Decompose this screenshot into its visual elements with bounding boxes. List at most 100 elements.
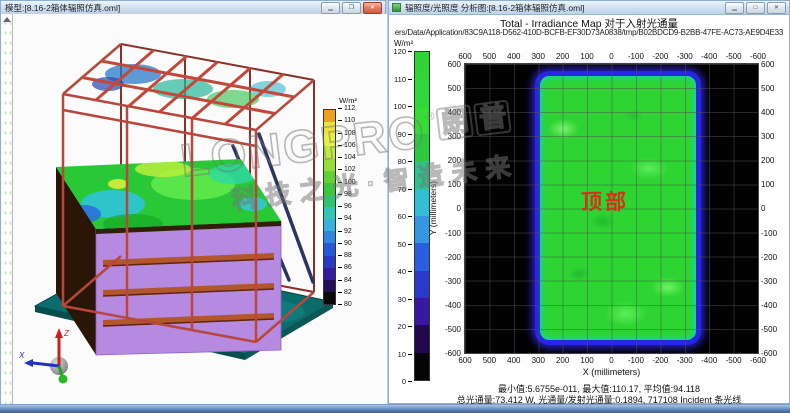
- tick-label: 84: [338, 277, 352, 284]
- tick-label: 88: [338, 252, 352, 259]
- tick-label: 30: [398, 295, 412, 304]
- minimize-button[interactable]: ▁: [321, 2, 340, 14]
- tick-label: 600: [761, 60, 774, 69]
- tick-label: 600: [448, 60, 461, 69]
- irradiance-window-titlebar[interactable]: 辐照度/光照度 分析图:[8.16-2箱体辐照仿真.oml] ▁ □ ✕: [389, 1, 789, 15]
- close-icon: ✕: [774, 5, 779, 11]
- restore-icon: ❐: [349, 5, 354, 11]
- tick-label: 106: [338, 142, 356, 149]
- x-axis-label: X: [18, 351, 25, 360]
- model-window-titlebar[interactable]: 模型:[8.16-2箱体辐照仿真.oml] ▁ ❐ ✕: [1, 1, 385, 15]
- tick-label: 104: [338, 154, 356, 161]
- colorbar-segment: [415, 79, 429, 106]
- colorbar-segment: [324, 134, 335, 146]
- colorbar-segment: [324, 122, 335, 134]
- tick-label: -500: [445, 325, 461, 334]
- tick-label: 50: [398, 240, 412, 249]
- tick-label: -100: [761, 229, 777, 238]
- tick-label: -600: [744, 52, 772, 61]
- y-axis-ball: [59, 375, 68, 384]
- tick-label: 40: [398, 267, 412, 276]
- tick-label: 200: [448, 156, 461, 165]
- tick-label: 102: [338, 166, 356, 173]
- colorbar-segment: [324, 231, 335, 243]
- map-annotation: 顶部: [581, 186, 629, 216]
- colorbar-segment: [324, 243, 335, 255]
- tick-label: -300: [761, 277, 777, 286]
- tick-label: 300: [761, 132, 774, 141]
- maximize-button[interactable]: □: [746, 2, 765, 14]
- minimize-icon: ▁: [328, 5, 333, 11]
- colorbar-segment: [324, 207, 335, 219]
- tick-label: 20: [398, 322, 412, 331]
- tick-label: 110: [394, 75, 412, 84]
- close-button[interactable]: ✕: [363, 2, 382, 14]
- close-button[interactable]: ✕: [767, 2, 786, 14]
- app-icon: [392, 3, 401, 12]
- x-axis-title: X (millimeters): [465, 367, 758, 377]
- colorbar-segment: [324, 195, 335, 207]
- colorbar-segment: [415, 216, 429, 243]
- colorbar-segment: [324, 146, 335, 158]
- tick-label: -400: [445, 301, 461, 310]
- tick-label: 300: [448, 132, 461, 141]
- tick-label: 500: [448, 84, 461, 93]
- colorbar-segment: [324, 256, 335, 268]
- colorbar-segment: [415, 271, 429, 298]
- tick-label: -100: [445, 229, 461, 238]
- side-scrollbar[interactable]: [1, 14, 13, 405]
- legend-tick-labels: 1121101081061041021009896949290888684828…: [338, 109, 364, 313]
- tick-label: 86: [338, 264, 352, 271]
- y-axis-ticks-right: 6005004003002001000-100-200-300-400-500-…: [760, 64, 790, 361]
- close-icon: ✕: [370, 5, 375, 11]
- tick-label: 60: [398, 212, 412, 221]
- irradiance-map-plot[interactable]: 顶部: [465, 64, 758, 353]
- z-axis-arrow: [55, 328, 63, 338]
- colorbar-segment: [415, 52, 429, 79]
- irradiance-window-title: 辐照度/光照度 分析图:[8.16-2箱体辐照仿真.oml]: [401, 2, 725, 14]
- minimize-icon: ▁: [732, 5, 737, 11]
- legend-unit-label: W/m²: [313, 96, 357, 105]
- colorbar-segment: [415, 325, 429, 352]
- y-axis-ticks-left: 6005004003002001000-100-200-300-400-500-…: [439, 64, 463, 361]
- z-axis-label: Z: [63, 329, 70, 338]
- x-axis-arrow: [24, 359, 33, 367]
- colorbar-segment: [324, 219, 335, 231]
- tick-label: 400: [761, 108, 774, 117]
- tick-label: 98: [338, 191, 352, 198]
- tick-label: 108: [338, 130, 356, 137]
- model-window: 模型:[8.16-2箱体辐照仿真.oml] ▁ ❐ ✕: [0, 0, 386, 404]
- y-axis-title: Y (millimeters): [428, 181, 438, 235]
- colorbar-segment: [415, 107, 429, 134]
- colorbar-segment: [324, 183, 335, 195]
- tick-label: 90: [398, 130, 412, 139]
- tick-label: 100: [761, 180, 774, 189]
- colorbar-segment: [415, 243, 429, 270]
- tick-label: 92: [338, 228, 352, 235]
- tick-label: 400: [448, 108, 461, 117]
- colorbar-segment: [324, 171, 335, 183]
- scroll-up-icon[interactable]: [3, 17, 11, 22]
- x-axis-ticks-top: 6005004003002001000-100-200-300-400-500-…: [465, 52, 758, 62]
- tick-label: 0: [761, 204, 765, 213]
- colorbar-segment: [415, 353, 429, 380]
- tick-label: -500: [761, 325, 777, 334]
- colorbar-segment: [415, 298, 429, 325]
- tick-label: 100: [393, 102, 412, 111]
- tick-label: 0: [402, 377, 412, 386]
- tick-label: 96: [338, 203, 352, 210]
- colorbar-segment: [415, 189, 429, 216]
- tick-label: 110: [338, 117, 355, 124]
- model-window-title: 模型:[8.16-2箱体辐照仿真.oml]: [1, 2, 321, 14]
- maximize-icon: □: [754, 5, 758, 11]
- axis-triad: Z X: [18, 328, 70, 384]
- tick-label: 82: [338, 289, 352, 296]
- colorbar-segment: [324, 110, 335, 122]
- tick-label: -600: [744, 356, 772, 365]
- chart-file-path: ers/Data/Application/83C9A118-D562-410D-…: [389, 28, 789, 37]
- legend-colorbar: [323, 109, 336, 305]
- minimize-button[interactable]: ▁: [725, 2, 744, 14]
- tick-label: 112: [338, 105, 355, 112]
- colorbar-segment: [415, 161, 429, 188]
- restore-button[interactable]: ❐: [342, 2, 361, 14]
